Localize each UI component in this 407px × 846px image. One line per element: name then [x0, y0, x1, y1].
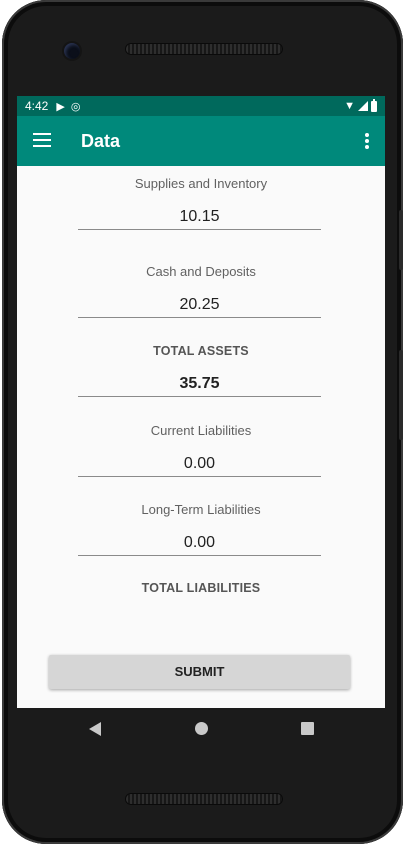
status-bar: 4:42 ▶ ◎ ▼ [17, 96, 385, 116]
cash-input[interactable]: 20.25 [78, 294, 321, 318]
power-button [399, 210, 403, 270]
status-right-icons: ▼ [344, 98, 377, 112]
app-screen: 4:42 ▶ ◎ ▼ Data Supplies and Inventory 1… [17, 96, 385, 708]
signal-icon [358, 101, 368, 111]
current-liabilities-label: Current Liabilities [150, 423, 252, 438]
long-term-liabilities-label: Long-Term Liabilities [141, 502, 261, 517]
total-assets-label: TOTAL ASSETS [153, 344, 249, 358]
supplies-label: Supplies and Inventory [134, 176, 268, 191]
total-assets-value: 35.75 [78, 373, 321, 397]
status-time: 4:42 [25, 99, 49, 113]
sync-icon: ◎ [70, 100, 81, 113]
volume-button [399, 350, 403, 440]
current-liabilities-input[interactable]: 0.00 [78, 453, 321, 477]
front-camera [64, 43, 80, 59]
menu-icon[interactable] [33, 133, 51, 147]
top-speaker [126, 44, 282, 54]
back-icon[interactable] [89, 722, 101, 736]
page-title: Data [81, 130, 121, 151]
total-liabilities-label: TOTAL LIABILITIES [141, 581, 261, 595]
play-store-icon: ▶ [56, 100, 65, 113]
cash-label: Cash and Deposits [146, 264, 256, 279]
bottom-speaker [126, 794, 282, 804]
wifi-icon: ▼ [344, 100, 355, 112]
more-options-icon[interactable] [365, 133, 369, 149]
long-term-liabilities-input[interactable]: 0.00 [78, 532, 321, 556]
supplies-input[interactable]: 10.15 [78, 206, 321, 230]
battery-icon [371, 98, 377, 112]
submit-button[interactable]: SUBMIT [49, 655, 350, 689]
recents-icon[interactable] [301, 722, 314, 735]
home-icon[interactable] [195, 722, 208, 735]
app-bar: Data [17, 116, 385, 166]
system-nav-bar [17, 708, 385, 750]
form-content: Supplies and Inventory 10.15 Cash and De… [17, 166, 385, 708]
